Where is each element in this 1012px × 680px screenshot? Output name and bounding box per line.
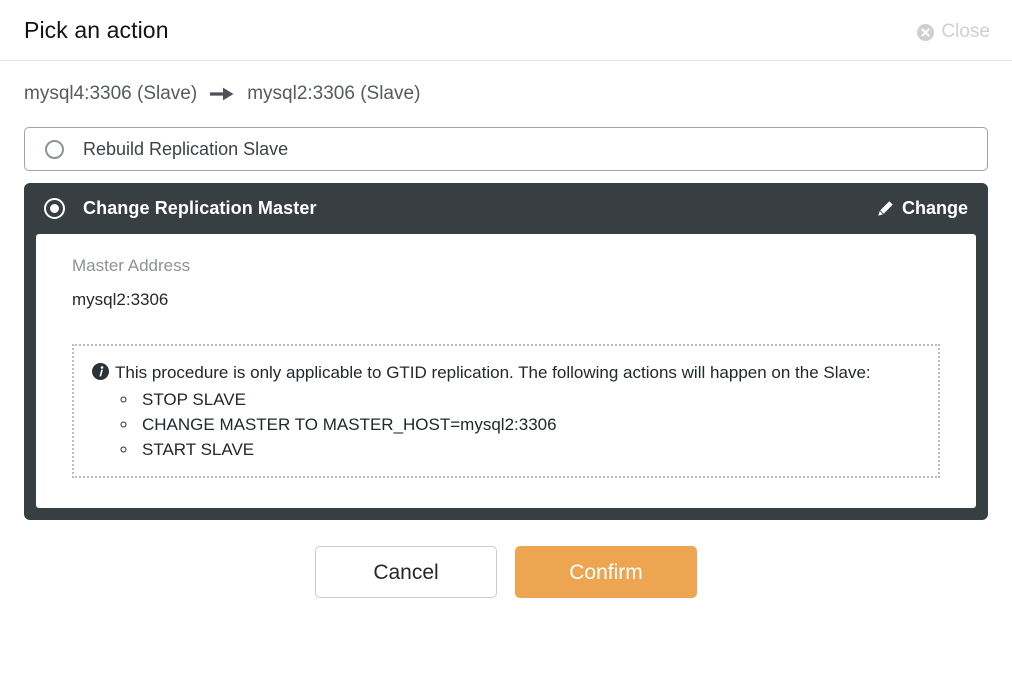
- info-message: This procedure is only applicable to GTI…: [115, 362, 871, 382]
- info-circle-icon: [92, 362, 109, 380]
- cancel-button[interactable]: Cancel: [315, 546, 497, 599]
- option-rebuild-replication-slave[interactable]: Rebuild Replication Slave: [24, 127, 988, 171]
- close-button[interactable]: Close: [917, 21, 990, 43]
- close-circle-icon: [917, 23, 935, 41]
- master-address-label: Master Address: [72, 256, 191, 275]
- page-title: Pick an action: [24, 16, 169, 43]
- pencil-icon: [877, 200, 894, 217]
- dialog-header: Pick an action Close: [0, 0, 1012, 61]
- change-button[interactable]: Change: [877, 198, 968, 219]
- info-action-list: STOP SLAVE CHANGE MASTER TO MASTER_HOST=…: [92, 388, 920, 462]
- arrow-right-icon: [209, 84, 235, 104]
- option-body: Master Address mysql2:3306 This procedur…: [36, 234, 976, 509]
- option-label: Rebuild Replication Slave: [83, 138, 289, 159]
- confirm-button[interactable]: Confirm: [515, 546, 697, 599]
- radio-unselected-icon[interactable]: [45, 139, 64, 159]
- option-header[interactable]: Change Replication Master Change: [24, 183, 988, 234]
- change-button-label: Change: [901, 198, 968, 218]
- radio-selected-icon[interactable]: [44, 198, 65, 219]
- option-change-replication-master[interactable]: Change Replication Master Change Master …: [24, 183, 988, 521]
- replication-path: mysql4:3306 (Slave) mysql2:3306 (Slave): [0, 61, 1012, 127]
- dialog-footer: Cancel Confirm: [0, 546, 1012, 599]
- list-item: START SLAVE: [138, 438, 920, 463]
- info-box: This procedure is only applicable to GTI…: [72, 343, 940, 479]
- option-label: Change Replication Master: [83, 198, 317, 218]
- pick-an-action-dialog: Pick an action Close mysql4:3306 (Slave)…: [0, 0, 1012, 680]
- list-item: CHANGE MASTER TO MASTER_HOST=mysql2:3306: [138, 413, 920, 438]
- info-text-block: This procedure is only applicable to GTI…: [92, 361, 920, 386]
- path-target-node: mysql2:3306 (Slave): [247, 83, 421, 104]
- master-address-value: mysql2:3306: [72, 290, 169, 310]
- close-button-label: Close: [941, 21, 990, 42]
- path-source-node: mysql4:3306 (Slave): [24, 83, 198, 104]
- list-item: STOP SLAVE: [138, 388, 920, 413]
